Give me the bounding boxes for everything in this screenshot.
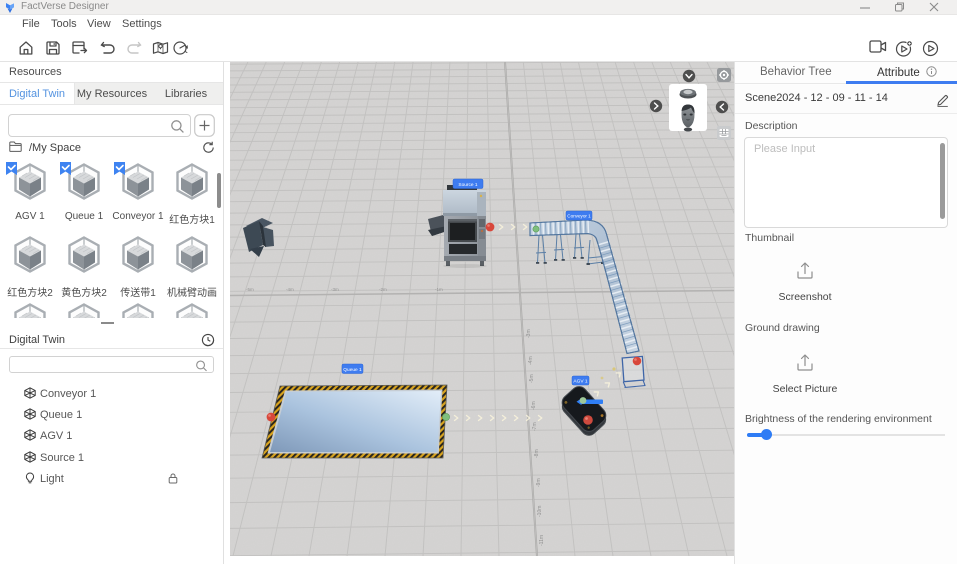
svg-text:Queue 1: Queue 1 — [343, 367, 362, 373]
svg-text:-10m: -10m — [537, 506, 543, 517]
svg-text:-8m: -8m — [534, 449, 540, 458]
svg-text:-4m: -4m — [286, 287, 294, 292]
svg-text:-5m: -5m — [529, 374, 535, 383]
svg-text:-9m: -9m — [536, 478, 542, 487]
svg-text:-3m: -3m — [331, 287, 339, 292]
svg-text:-1m: -1m — [435, 287, 443, 292]
svg-text:-4m: -4m — [528, 356, 534, 365]
svg-text:AGV 1: AGV 1 — [573, 379, 587, 385]
svg-text:-5m: -5m — [246, 287, 254, 292]
svg-text:-3m: -3m — [526, 329, 532, 338]
svg-text:-11m: -11m — [539, 535, 545, 546]
svg-text:-7m: -7m — [532, 422, 538, 431]
svg-text:-2m: -2m — [379, 287, 387, 292]
svg-text:Conveyor 1: Conveyor 1 — [567, 214, 591, 219]
svg-text:-6m: -6m — [531, 401, 537, 410]
svg-text:Source 1: Source 1 — [458, 182, 478, 188]
